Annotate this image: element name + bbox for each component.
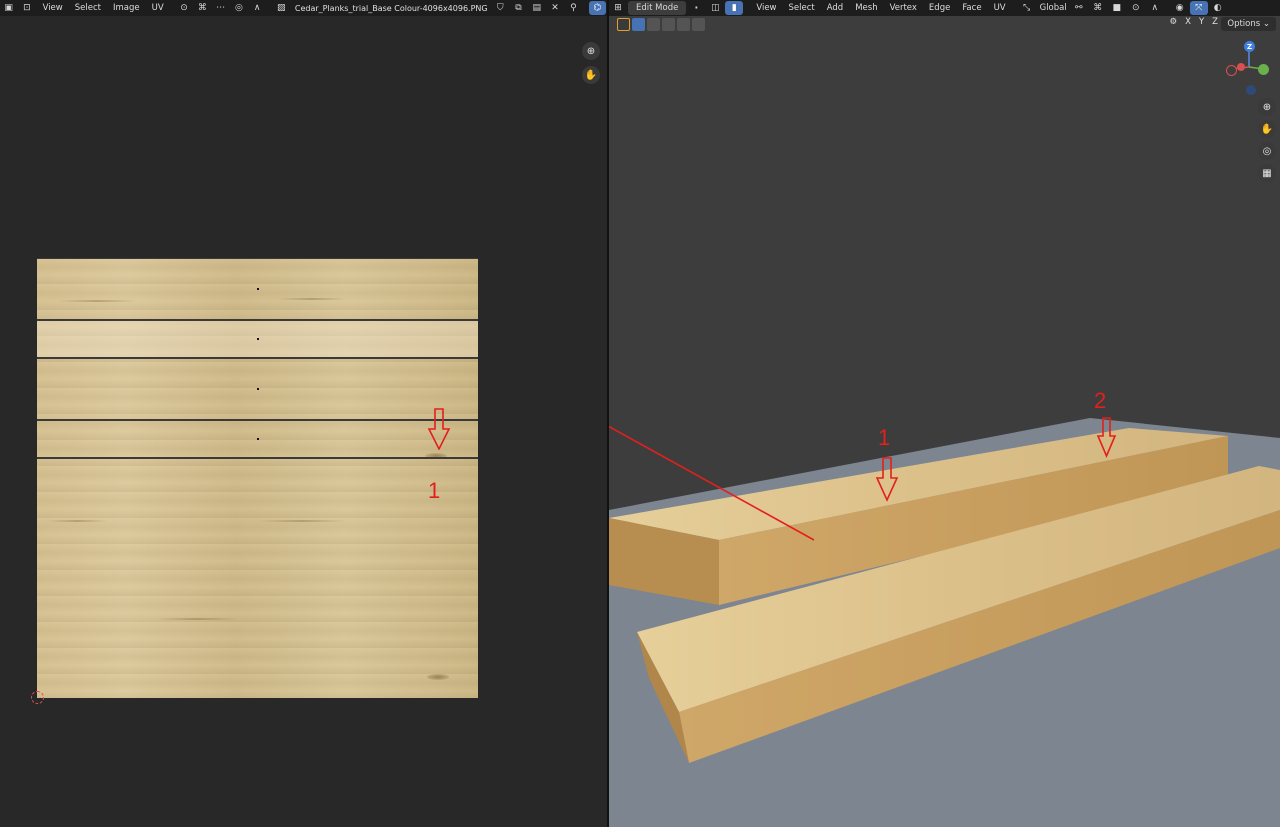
viewport-menu-mesh[interactable]: Mesh bbox=[849, 3, 883, 13]
grid-icon[interactable]: ▦ bbox=[1258, 164, 1276, 182]
overlay-icon[interactable]: ◐ bbox=[1209, 1, 1227, 15]
mirror-z-toggle[interactable]: Z bbox=[1212, 17, 1218, 27]
uv-face-dot[interactable] bbox=[257, 438, 259, 440]
uv-texture-image[interactable] bbox=[37, 258, 478, 698]
hand-icon[interactable]: ✋ bbox=[1258, 120, 1276, 138]
select-subtract-icon[interactable] bbox=[662, 18, 675, 31]
snap-increment-icon[interactable]: ⋯ bbox=[212, 1, 229, 15]
select-new-icon[interactable] bbox=[632, 18, 645, 31]
blender-window: ▣ ⊡ View Select Image UV ⊙ ⌘ ⋯ ◎ ∧ ▨ Ced… bbox=[0, 0, 1280, 827]
fake-user-icon[interactable]: ⛉ bbox=[492, 1, 509, 15]
uv-face-dot[interactable] bbox=[257, 388, 259, 390]
orientation-icon[interactable]: ⤡ bbox=[1018, 1, 1036, 15]
viewport-menu-select[interactable]: Select bbox=[783, 3, 821, 13]
transform-orientation-select[interactable]: Global bbox=[1037, 3, 1070, 13]
select-extend-icon[interactable] bbox=[647, 18, 660, 31]
new-image-icon[interactable]: ⧉ bbox=[510, 1, 527, 15]
viewport-header: ⊞ Edit Mode ⬝ ◫ ▮ View Select Add Mesh V… bbox=[609, 0, 1280, 16]
uv-face-dot[interactable] bbox=[257, 338, 259, 340]
pivot-icon[interactable]: ⊙ bbox=[175, 1, 192, 15]
options-dropdown[interactable]: Options ⌄ bbox=[1221, 17, 1276, 31]
image-browse-icon[interactable]: ▨ bbox=[273, 1, 290, 15]
close-icon[interactable]: ✕ bbox=[546, 1, 563, 15]
image-name-field[interactable]: Cedar_Planks_trial_Base Colour-4096x4096… bbox=[291, 4, 492, 13]
uv-menu-uv[interactable]: UV bbox=[146, 3, 170, 13]
gizmo-z-axis[interactable]: Z bbox=[1244, 41, 1255, 52]
editor-type-icon[interactable]: ⊞ bbox=[609, 1, 627, 15]
arrow-down-icon bbox=[427, 408, 451, 450]
snap-icon[interactable]: ⌘ bbox=[1089, 1, 1107, 15]
hand-icon[interactable]: ✋ bbox=[582, 66, 600, 84]
uv-select-mode-icon[interactable]: ⊡ bbox=[18, 1, 35, 15]
uv-editor: ▣ ⊡ View Select Image UV ⊙ ⌘ ⋯ ◎ ∧ ▨ Ced… bbox=[0, 0, 607, 827]
zoom-icon[interactable]: ⊕ bbox=[582, 42, 600, 60]
gizmo-y-axis[interactable] bbox=[1258, 64, 1269, 75]
select-invert-icon[interactable] bbox=[677, 18, 690, 31]
viewport-menu-uv[interactable]: UV bbox=[988, 3, 1012, 13]
viewport-menu-edge[interactable]: Edge bbox=[923, 3, 956, 13]
mirror-axes: ⚙ X Y Z bbox=[1170, 17, 1218, 27]
overlay-icon[interactable]: ⌬ bbox=[588, 1, 607, 15]
uv-face-dot[interactable] bbox=[257, 288, 259, 290]
pivot-icon[interactable]: ⚯ bbox=[1070, 1, 1088, 15]
viewport-nav-tools: ⊕ ✋ ◎ ▦ bbox=[1258, 98, 1276, 182]
uv-arrow bbox=[427, 408, 451, 450]
visibility-icon[interactable]: ◉ bbox=[1171, 1, 1189, 15]
gizmo-x-axis[interactable] bbox=[1237, 63, 1245, 71]
uv-editor-header: ▣ ⊡ View Select Image UV ⊙ ⌘ ⋯ ◎ ∧ ▨ Ced… bbox=[0, 0, 607, 16]
edge-select-icon[interactable]: ◫ bbox=[706, 1, 724, 15]
mirror-x-toggle[interactable]: X bbox=[1185, 17, 1191, 27]
uv-island[interactable] bbox=[37, 458, 478, 698]
camera-icon[interactable]: ◎ bbox=[1258, 142, 1276, 160]
pin-icon[interactable]: ⚲ bbox=[565, 1, 582, 15]
viewport-marker-2-label: 2 bbox=[1094, 388, 1107, 413]
mode-selector[interactable]: Edit Mode bbox=[628, 1, 687, 15]
gizmo-neg-x-axis[interactable] bbox=[1226, 65, 1237, 76]
viewport-menu-vertex[interactable]: Vertex bbox=[884, 3, 923, 13]
proportional-edit-icon[interactable]: ◎ bbox=[230, 1, 247, 15]
viewport-scene bbox=[609, 417, 1280, 827]
viewport-menu-add[interactable]: Add bbox=[821, 3, 849, 13]
select-box-icon[interactable] bbox=[617, 18, 630, 31]
navigation-gizmo[interactable]: Z bbox=[1224, 38, 1274, 100]
uv-menu-image[interactable]: Image bbox=[107, 3, 146, 13]
gizmo-toggle-icon[interactable]: ⤧ bbox=[1189, 1, 1208, 15]
snap-target-icon[interactable]: ■ bbox=[1108, 1, 1126, 15]
3d-viewport[interactable]: ⊞ Edit Mode ⬝ ◫ ▮ View Select Add Mesh V… bbox=[609, 0, 1280, 827]
gizmo-neg-z-axis[interactable] bbox=[1246, 85, 1256, 95]
viewport-menu-view[interactable]: View bbox=[750, 3, 782, 13]
viewport-menu-face[interactable]: Face bbox=[956, 3, 987, 13]
vertex-select-icon[interactable]: ⬝ bbox=[687, 1, 705, 15]
snap-icon[interactable]: ⌘ bbox=[194, 1, 211, 15]
zoom-icon[interactable]: ⊕ bbox=[1258, 98, 1276, 116]
uv-menu-select[interactable]: Select bbox=[69, 3, 107, 13]
proportional-edit-icon[interactable]: ⊙ bbox=[1127, 1, 1145, 15]
falloff-icon[interactable]: ∧ bbox=[1146, 1, 1164, 15]
uv-marker-label: 1 bbox=[428, 478, 441, 503]
uv-nav-tools: ⊕ ✋ bbox=[582, 42, 600, 84]
2d-cursor-icon[interactable] bbox=[31, 691, 44, 704]
mirror-y-toggle[interactable]: Y bbox=[1199, 17, 1204, 27]
mirror-axis-icon[interactable]: ⚙ bbox=[1170, 17, 1178, 27]
select-intersect-icon[interactable] bbox=[692, 18, 705, 31]
face-select-icon[interactable]: ▮ bbox=[725, 1, 744, 15]
options-label: Options bbox=[1227, 19, 1261, 29]
falloff-icon[interactable]: ∧ bbox=[249, 1, 266, 15]
editor-type-icon[interactable]: ▣ bbox=[0, 1, 17, 15]
open-image-icon[interactable]: ▤ bbox=[528, 1, 545, 15]
viewport-marker-1-label: 1 bbox=[878, 425, 891, 450]
uv-menu-view[interactable]: View bbox=[37, 3, 69, 13]
